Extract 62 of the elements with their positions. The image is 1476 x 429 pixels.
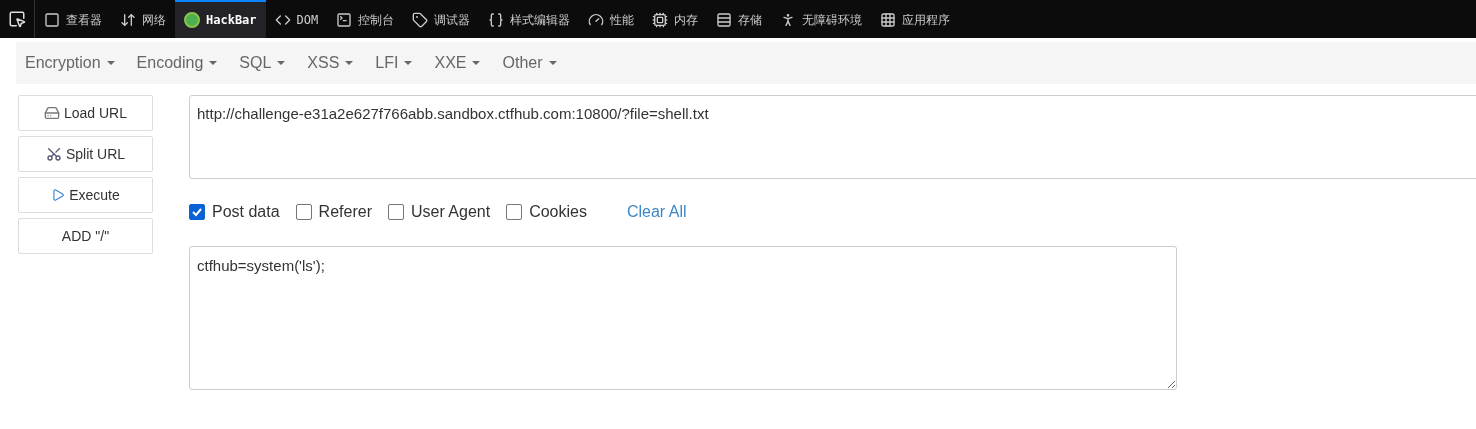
menu-dropdown[interactable]: Encoding — [136, 54, 218, 72]
code-icon — [274, 12, 291, 28]
braces-icon — [488, 12, 505, 28]
action-button[interactable]: Split URL — [18, 136, 153, 172]
option-checkbox[interactable]: User Agent — [387, 203, 491, 221]
devtools-tab[interactable]: 控制台 — [327, 0, 404, 38]
action-button[interactable]: ADD "/" — [18, 218, 153, 254]
action-button[interactable]: Load URL — [18, 95, 153, 131]
menu-dropdown[interactable]: LFI — [375, 54, 413, 72]
caret-icon — [472, 61, 481, 65]
option-label: Post data — [212, 203, 280, 221]
devtools-tab[interactable]: DOM — [265, 0, 328, 38]
tag-icon — [412, 12, 429, 28]
menu-dropdown[interactable]: SQL — [239, 54, 286, 72]
clear-all-link[interactable]: Clear All — [626, 203, 687, 221]
menu-dropdown[interactable]: Other — [502, 54, 557, 72]
devtools-tab[interactable]: 网络 — [111, 0, 175, 38]
menu-dropdown[interactable]: XSS — [307, 54, 354, 72]
storage-icon — [716, 12, 733, 28]
terminal-icon — [336, 12, 353, 28]
option-checkbox[interactable]: Post data — [189, 203, 280, 221]
caret-icon — [345, 61, 354, 65]
caret-icon — [548, 61, 557, 65]
devtools-tab[interactable]: 性能 — [579, 0, 644, 38]
option-label: User Agent — [410, 203, 491, 221]
devtools-tab[interactable]: 调试器 — [403, 0, 480, 38]
pointer-icon — [8, 10, 26, 28]
caret-icon — [209, 61, 218, 65]
caret-icon — [404, 61, 413, 65]
circle-icon — [184, 12, 200, 28]
menu-dropdown[interactable]: Encryption — [25, 54, 115, 72]
drive-icon — [43, 105, 60, 121]
scissors-icon — [45, 146, 62, 162]
checkbox[interactable] — [295, 204, 312, 220]
devtools-tab[interactable]: HackBar — [175, 0, 266, 38]
square-icon — [44, 12, 60, 28]
caret-icon — [277, 61, 286, 65]
devtools-tab[interactable]: 应用程序 — [871, 0, 960, 38]
option-label: Cookies — [529, 203, 587, 221]
devtools-tab[interactable]: 样式编辑器 — [479, 0, 580, 38]
menu-dropdown[interactable]: XXE — [434, 54, 481, 72]
post-data-field[interactable]: ctfhub=system('ls'); — [189, 246, 1177, 390]
arrows-icon — [120, 12, 136, 28]
devtools-tab[interactable]: 存储 — [707, 0, 772, 38]
check-icon — [191, 206, 203, 218]
caret-icon — [106, 61, 115, 65]
devtools-tab[interactable]: 查看器 — [35, 0, 111, 38]
devtools-tab[interactable]: 无障碍环境 — [771, 0, 872, 38]
element-picker-button[interactable] — [8, 0, 35, 38]
grid-icon — [880, 12, 897, 28]
option-checkbox[interactable]: Cookies — [506, 203, 587, 221]
play-icon — [51, 188, 66, 202]
chip-icon — [652, 12, 669, 28]
action-button[interactable]: Execute — [18, 177, 153, 213]
url-field[interactable]: http://challenge-e31a2e627f766abb.sandbox.ctfhub.com:10800/?file=shell.txt — [189, 95, 1476, 179]
checkbox[interactable] — [506, 204, 523, 220]
checkbox[interactable] — [387, 204, 404, 220]
option-checkbox[interactable]: Referer — [295, 203, 372, 221]
option-label: Referer — [318, 203, 372, 221]
gauge-icon — [588, 12, 605, 28]
checkbox[interactable] — [189, 204, 205, 220]
devtools-tab[interactable]: 内存 — [643, 0, 708, 38]
